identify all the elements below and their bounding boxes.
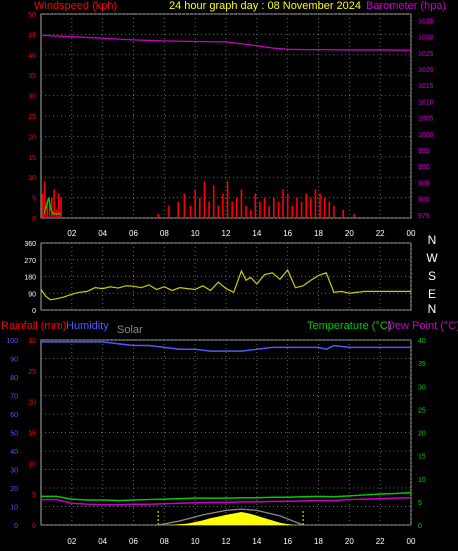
windspeed-tick-label: 25 — [28, 114, 36, 121]
plot-layer — [40, 34, 412, 526]
barometer-tick-label: 995 — [418, 148, 430, 155]
direction-tick-label: 270 — [24, 258, 36, 265]
panel3-x-tick-label: 04 — [98, 537, 107, 546]
humidity-tick-label: 100 — [6, 338, 18, 345]
windspeed-tick-label: 45 — [28, 32, 36, 39]
panel1-x-tick-label: 22 — [376, 229, 385, 238]
chart-title: 24 hour graph day : 08 November 2024 — [169, 0, 361, 12]
panel1-x-tick-label: 16 — [283, 229, 292, 238]
direction-tick-label: 180 — [24, 275, 36, 282]
windspeed-tick-label: 10 — [28, 175, 36, 182]
panel1-x-tick-label: 20 — [345, 229, 354, 238]
windspeed-tick-label: 15 — [28, 155, 36, 162]
panel1-x-tick-label: 00 — [407, 229, 416, 238]
barometer-tick-label: 975 — [418, 213, 430, 220]
axis-layer: 0510152025303540455097598098599099510001… — [6, 12, 438, 546]
humidity-tick-label: 40 — [10, 449, 18, 456]
humidity-tick-label: 50 — [10, 431, 18, 438]
panel1-x-tick-label: 18 — [314, 229, 323, 238]
windspeed-tick-label: 30 — [28, 94, 36, 101]
rain-tick-label: 5 — [32, 492, 36, 499]
temperature-tick-label: 20 — [418, 431, 426, 438]
temperature-tick-label: 35 — [418, 361, 426, 368]
windspeed-label: Windspeed (kph) — [34, 0, 117, 12]
panel1-x-tick-label: 10 — [191, 229, 200, 238]
panel1-x-tick-label: 04 — [98, 229, 107, 238]
panel1-x-tick-label: 06 — [129, 229, 138, 238]
barometer-tick-label: 1020 — [418, 67, 434, 74]
panel3-x-tick-label: 22 — [376, 537, 385, 546]
humidity-tick-label: 70 — [10, 394, 18, 401]
temperature-tick-label: 30 — [418, 384, 426, 391]
panel3-x-tick-label: 00 — [407, 537, 416, 546]
temperature-tick-label: 0 — [418, 523, 422, 530]
direction-tick-label: 90 — [28, 291, 36, 298]
direction-tick-label: 360 — [24, 241, 36, 248]
barometer-tick-label: 980 — [418, 197, 430, 204]
humidity-line — [41, 341, 411, 352]
rain-tick-label: 15 — [28, 431, 36, 438]
barometer-tick-label: 1005 — [418, 116, 434, 123]
direction-tick-label: 0 — [32, 308, 36, 315]
humidity-tick-label: 90 — [10, 357, 18, 364]
barometer-tick-label: 1010 — [418, 99, 434, 106]
compass-label: S — [428, 269, 436, 283]
panel1-x-tick-label: 12 — [222, 229, 231, 238]
humidity-tick-label: 80 — [10, 375, 18, 382]
rainfall-label: Rainfall (mm) — [1, 320, 66, 332]
panel1-x-tick-label: 14 — [252, 229, 261, 238]
panel3-x-tick-label: 08 — [160, 537, 169, 546]
panel3-x-tick-label: 16 — [283, 537, 292, 546]
solar-label: Solar — [117, 324, 143, 336]
grid-layer — [40, 13, 412, 526]
barometer-tick-label: 1000 — [418, 132, 434, 139]
panel3-x-tick-label: 10 — [191, 537, 200, 546]
panel1-x-tick-label: 08 — [160, 229, 169, 238]
barometer-tick-label: 1025 — [418, 51, 434, 58]
windspeed-tick-label: 40 — [28, 53, 36, 60]
barometer-tick-label: 1030 — [418, 35, 434, 42]
compass-label: E — [428, 287, 436, 301]
temperature-label: Temperature (°C) — [307, 320, 391, 332]
windspeed-tick-label: 5 — [32, 196, 36, 203]
panel1-x-tick-label: 02 — [67, 229, 76, 238]
temperature-tick-label: 5 — [418, 500, 422, 507]
windspeed-tick-label: 35 — [28, 73, 36, 80]
humidity-tick-label: 0 — [14, 523, 18, 530]
compass-label: N — [428, 302, 437, 316]
windspeed-tick-label: 20 — [28, 134, 36, 141]
rain-tick-label: 30 — [28, 338, 36, 345]
solar-area — [159, 512, 296, 525]
humidity-tick-label: 60 — [10, 412, 18, 419]
barometer-tick-label: 1035 — [418, 18, 434, 25]
windspeed-tick-label: 0 — [32, 216, 36, 223]
humidity-tick-label: 10 — [10, 505, 18, 512]
rain-tick-label: 0 — [32, 523, 36, 530]
humidity-tick-label: 20 — [10, 486, 18, 493]
humidity-tick-label: 30 — [10, 468, 18, 475]
panel3-x-tick-label: 14 — [252, 537, 261, 546]
temperature-tick-label: 40 — [418, 338, 426, 345]
barometer-tick-label: 1015 — [418, 83, 434, 90]
windspeed-tick-label: 50 — [28, 12, 36, 19]
barometer-tick-label: 990 — [418, 164, 430, 171]
panel3-x-tick-label: 18 — [314, 537, 323, 546]
compass-label: N — [428, 233, 437, 247]
panel3-x-tick-label: 12 — [222, 537, 231, 546]
panel3-x-tick-label: 02 — [67, 537, 76, 546]
compass-label: W — [426, 251, 438, 265]
rain-tick-label: 20 — [28, 400, 36, 407]
temperature-tick-label: 15 — [418, 454, 426, 461]
panel3-x-tick-label: 20 — [345, 537, 354, 546]
temperature-tick-label: 25 — [418, 407, 426, 414]
rain-tick-label: 10 — [28, 461, 36, 468]
dewpoint-label: Dew Point (°C) — [387, 320, 458, 332]
temperature-tick-label: 10 — [418, 477, 426, 484]
panel3-x-tick-label: 06 — [129, 537, 138, 546]
humidity-label: Humidity — [66, 320, 109, 332]
weather-graph: 0510152025303540455097598098599099510001… — [1, 0, 458, 546]
barometer-tick-label: 985 — [418, 180, 430, 187]
rain-tick-label: 25 — [28, 369, 36, 376]
barometer-label: Barometer (hpa) — [366, 0, 446, 12]
